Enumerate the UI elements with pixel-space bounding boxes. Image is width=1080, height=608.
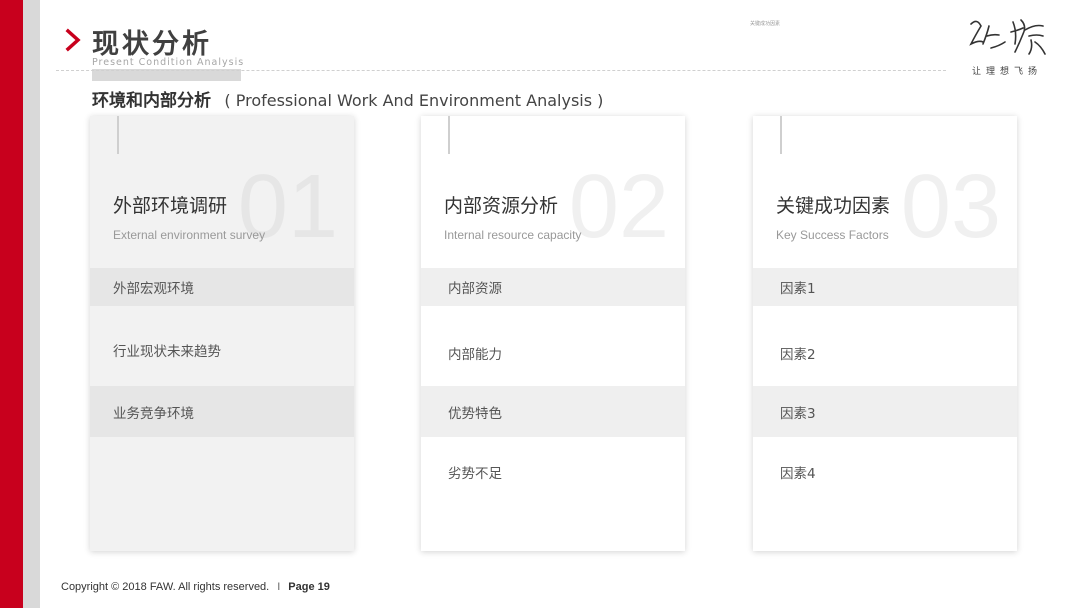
card-subheading: External environment survey [113,228,266,242]
hongqi-logo [969,19,1046,55]
section-title-en: ( Professional Work And Environment Anal… [224,91,604,110]
list-item: 内部能力 [448,347,502,363]
list-item: 因素4 [780,466,816,482]
card-key-success-factors: 03 关键成功因素 Key Success Factors 因素1 因素2 因素… [753,116,1017,551]
list-item: 因素3 [753,386,1017,437]
card-subheading: Key Success Factors [776,228,889,242]
chevron-right-icon [65,28,81,52]
copyright-text: Copyright © 2018 FAW. All rights reserve… [61,581,270,593]
page-title: 现状分析 [92,29,212,60]
list-item: 因素2 [780,347,816,363]
footer: Copyright © 2018 FAW. All rights reserve… [61,581,330,593]
card-subheading: Internal resource capacity [444,228,582,242]
slide: 现状分析 Present Condition Analysis 关键成功因素 让… [0,0,1080,608]
list-item: 因素1 [753,268,1017,306]
card-heading: 内部资源分析 [444,195,559,217]
card-external-survey: 01 外部环境调研 External environment survey 外部… [90,116,354,551]
list-item: 业务竞争环境 [90,386,354,437]
list-item: 外部宏观环境 [90,268,354,306]
list-item: 行业现状未来趋势 [113,344,221,360]
list-item: 劣势不足 [448,466,502,482]
header-divider [56,70,946,71]
card-accent-line [448,116,450,154]
footer-separator: I [277,581,281,593]
card-heading: 关键成功因素 [776,195,891,217]
card-heading: 外部环境调研 [113,195,228,217]
card-number: 02 [568,157,669,257]
left-red-bar [0,0,23,608]
logo-slogan: 让理想飞扬 [972,67,1043,77]
header-note: 关键成功因素 [750,21,781,27]
card-accent-line [780,116,782,154]
card-accent-line [117,116,119,154]
page-subtitle: Present Condition Analysis [92,57,245,68]
list-item: 内部资源 [421,268,685,306]
card-number: 03 [900,157,1001,257]
list-item: 优势特色 [421,386,685,437]
section-title: 环境和内部分析 ( Professional Work And Environm… [92,86,603,111]
left-grey-bar [23,0,40,608]
page-number: Page 19 [288,581,330,593]
section-title-cn: 环境和内部分析 [92,91,211,111]
card-internal-resource: 02 内部资源分析 Internal resource capacity 内部资… [421,116,685,551]
